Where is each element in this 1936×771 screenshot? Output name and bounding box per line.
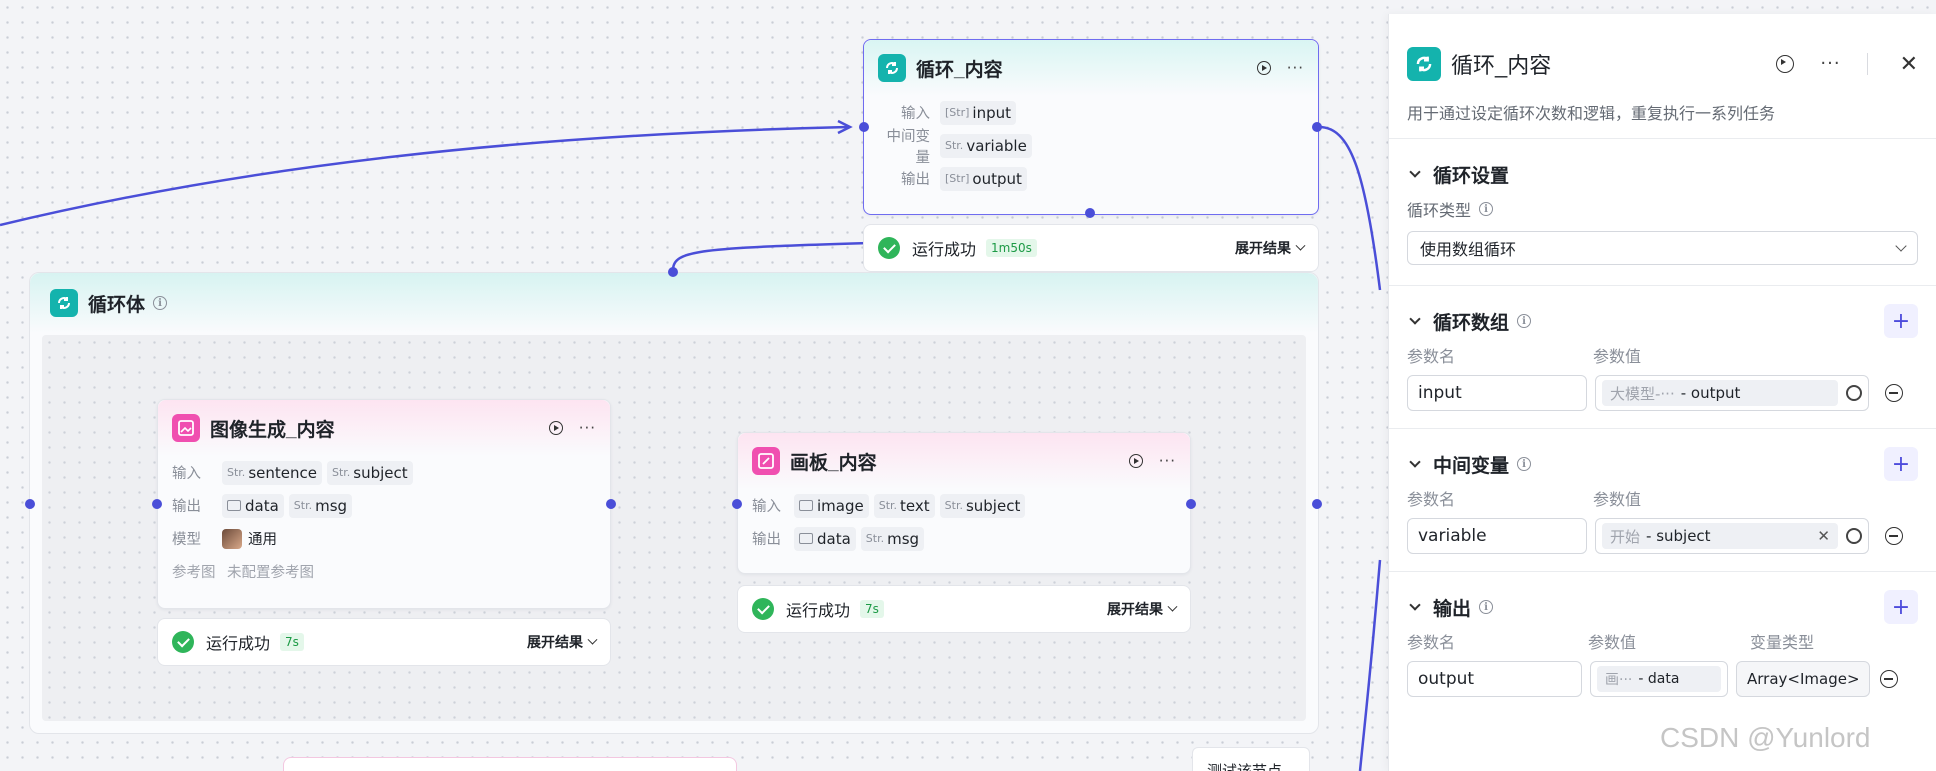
chevron-down-icon	[1895, 240, 1907, 252]
loop-icon	[1407, 47, 1441, 81]
panel-description: 用于通过设定循环次数和逻辑，重复执行一系列任务	[1407, 104, 1776, 123]
info-icon[interactable]: i	[1517, 457, 1532, 471]
add-button[interactable]: +	[1884, 590, 1918, 624]
remove-icon[interactable]	[1885, 384, 1903, 402]
loop-body-left-port[interactable]	[25, 499, 35, 509]
run-icon[interactable]	[548, 421, 563, 435]
more-icon[interactable]: ···	[579, 420, 596, 436]
add-button[interactable]: +	[1884, 447, 1918, 481]
duration-badge: 1m50s	[986, 239, 1037, 257]
image-gen-in-port[interactable]	[152, 499, 162, 509]
test-node-button[interactable]: 测试该节点	[1192, 747, 1310, 771]
canvas-node[interactable]: 画板_内容 ··· 输入 image Str. text Str. subject 输出 d…	[737, 432, 1191, 574]
param-value-selector[interactable]: 开始 - subject ✕	[1595, 518, 1869, 554]
loop-body-title: 循环体	[88, 294, 146, 316]
param-value-selector[interactable]: 大模型-··· - output	[1595, 375, 1869, 411]
chevron-down-icon	[587, 634, 598, 645]
expand-results-button[interactable]: 展开结果	[527, 632, 598, 652]
param-name-input[interactable]: variable	[1407, 518, 1587, 554]
close-icon[interactable]: ✕	[1900, 52, 1918, 77]
loop-out-port[interactable]	[1312, 122, 1322, 132]
info-icon[interactable]: i	[1517, 314, 1532, 328]
loop-var-row: 中间变量 Str. variable	[864, 129, 1318, 166]
run-icon[interactable]	[1776, 55, 1795, 73]
info-icon[interactable]: i	[1479, 600, 1494, 614]
image-gen-node[interactable]: 图像生成_内容 ··· 输入 Str. sentence Str. subject 输出…	[157, 399, 611, 609]
run-icon[interactable]	[1128, 454, 1143, 468]
param-value-selector[interactable]: 画··· - data	[1590, 661, 1728, 697]
mid-vars-section: 中间变量 i + 参数名 参数值 variable 开始 - subject ✕	[1389, 428, 1936, 561]
canvas-node-title: 画板_内容	[790, 452, 877, 474]
success-icon	[172, 631, 194, 653]
loop-settings-section: 循环设置 循环类型 i 使用数组循环	[1389, 138, 1936, 265]
param-name-input[interactable]: output	[1407, 661, 1582, 697]
loop-type-select[interactable]: 使用数组循环	[1407, 231, 1918, 265]
loop-body-right-port[interactable]	[1312, 499, 1322, 509]
add-button[interactable]: +	[1884, 304, 1918, 338]
more-icon[interactable]: ···	[1287, 60, 1304, 76]
output-section: 输出 i + 参数名 参数值 变量类型 output 画··· - data Array<…	[1389, 571, 1936, 704]
chevron-down-icon	[1295, 240, 1306, 251]
gear-icon[interactable]	[1846, 385, 1862, 401]
divider	[1866, 53, 1868, 75]
gear-icon[interactable]	[1846, 528, 1862, 544]
info-icon[interactable]: i	[1479, 202, 1494, 216]
info-icon[interactable]: i	[153, 296, 168, 310]
duration-badge: 7s	[860, 600, 884, 618]
chevron-down-icon[interactable]	[1409, 456, 1421, 468]
var-type-field: Array<Image>	[1736, 661, 1870, 697]
chevron-down-icon	[1167, 601, 1178, 612]
run-icon[interactable]	[1256, 61, 1271, 75]
loop-status-bar: 运行成功 1m50s 展开结果	[863, 224, 1319, 272]
chevron-down-icon[interactable]	[1409, 313, 1421, 325]
image-type-icon	[227, 500, 241, 511]
loop-output-row: 输出 [Str] output	[864, 162, 1318, 195]
model-avatar	[222, 528, 242, 549]
duration-badge: 7s	[280, 633, 304, 651]
image-gen-title: 图像生成_内容	[210, 419, 335, 441]
loop-node[interactable]: 循环_内容 ··· 输入 [Str] input 中间变量 Str. variable …	[863, 39, 1319, 215]
loop-array-section: 循环数组 i + 参数名 参数值 input 大模型-··· - output	[1389, 285, 1936, 418]
panel-title: 循环_内容	[1451, 53, 1552, 78]
loop-in-port[interactable]	[859, 122, 869, 132]
chevron-down-icon	[1409, 166, 1421, 178]
image-gen-out-port[interactable]	[606, 499, 616, 509]
expand-results-button[interactable]: 展开结果	[1235, 238, 1306, 258]
clear-icon[interactable]: ✕	[1817, 527, 1830, 545]
success-icon	[752, 598, 774, 620]
expand-results-button[interactable]: 展开结果	[1107, 599, 1178, 619]
partial-node[interactable]	[283, 757, 737, 771]
canvas-board-icon	[752, 447, 780, 475]
canvas-status-bar: 运行成功 7s 展开结果	[737, 585, 1191, 633]
success-icon	[878, 237, 900, 259]
canvas-out-port[interactable]	[1186, 499, 1196, 509]
loop-icon	[878, 54, 906, 82]
image-gen-status-bar: 运行成功 7s 展开结果	[157, 618, 611, 666]
loop-icon	[50, 289, 78, 317]
loop-body-port[interactable]	[1085, 208, 1095, 218]
chevron-down-icon[interactable]	[1409, 599, 1421, 611]
image-type-icon	[799, 500, 813, 511]
node-settings-panel: 循环_内容 ··· ✕ 用于通过设定循环次数和逻辑，重复执行一系列任务 循环设置 …	[1388, 14, 1936, 771]
image-gen-icon	[172, 414, 200, 442]
more-icon[interactable]: ···	[1820, 55, 1840, 73]
watermark: CSDN @Yunlord	[1660, 722, 1871, 753]
remove-icon[interactable]	[1880, 670, 1898, 688]
image-type-icon	[799, 533, 813, 544]
remove-icon[interactable]	[1885, 527, 1903, 545]
canvas-in-port[interactable]	[732, 499, 742, 509]
loop-body-top-port[interactable]	[668, 267, 678, 277]
loop-node-title: 循环_内容	[916, 59, 1003, 81]
param-name-input[interactable]: input	[1407, 375, 1587, 411]
more-icon[interactable]: ···	[1159, 453, 1176, 469]
